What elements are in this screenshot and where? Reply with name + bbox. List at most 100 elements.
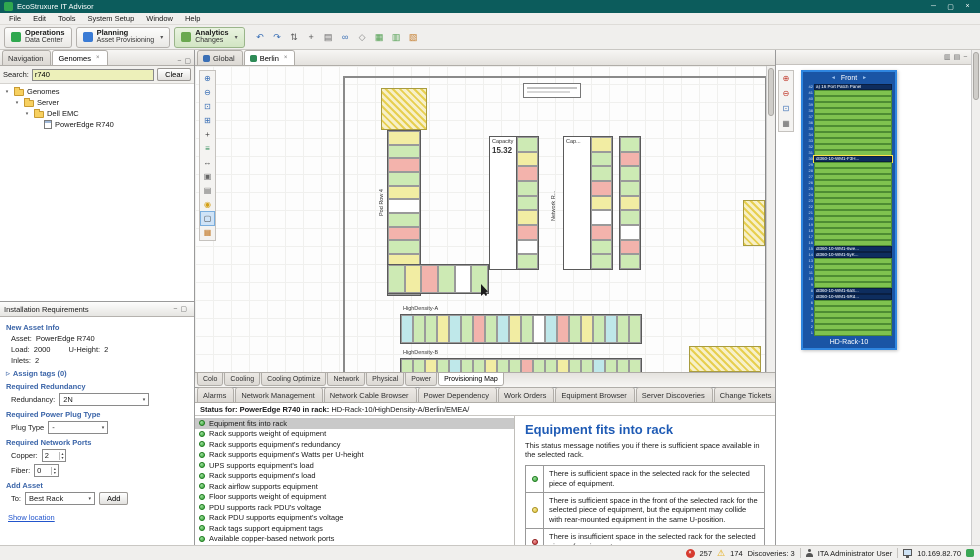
map-view-tab-cooling-optimize[interactable]: Cooling Optimize <box>261 373 326 386</box>
minimize-panel-icon[interactable]: − <box>177 58 181 65</box>
menu-system-setup[interactable]: System Setup <box>82 13 141 24</box>
tree-node-server[interactable]: ▾Server <box>0 97 194 108</box>
section-assign-tags[interactable]: ▷Assign tags (0) <box>6 369 188 378</box>
maximize-panel-icon[interactable]: ▢ <box>184 57 191 65</box>
discoveries-count[interactable]: Discoveries: 3 <box>748 549 795 558</box>
tree-node-poweredge-r740[interactable]: PowerEdge R740 <box>0 119 194 130</box>
columns-icon[interactable]: ▥ <box>389 29 404 46</box>
crosshair-icon[interactable]: + <box>304 29 319 46</box>
undo-icon[interactable]: ↶ <box>253 29 268 46</box>
map-view-tab-provisioning-map[interactable]: Provisioning Map <box>438 373 504 386</box>
close-button[interactable]: × <box>959 1 976 12</box>
bottom-tab-network-management[interactable]: Network Management <box>235 387 322 402</box>
tree-node-dell-emc[interactable]: ▾Dell EMC <box>0 108 194 119</box>
legend-icon[interactable]: ▦ <box>201 226 214 239</box>
map-view-tab-cooling[interactable]: Cooling <box>224 373 260 386</box>
toolbar-group-planning[interactable]: PlanningAsset Provisioning▾ <box>76 27 171 48</box>
layers-icon[interactable]: ≡ <box>201 142 214 155</box>
zoom-out-icon[interactable]: ⊖ <box>201 86 214 99</box>
snapshot-icon[interactable]: ▣ <box>201 170 214 183</box>
check-floor-supports-weight-of-equipment[interactable]: Floor supports weight of equipment <box>195 492 514 503</box>
rack-zoom-in-icon[interactable]: ⊕ <box>780 72 792 85</box>
toolbar-group-analytics[interactable]: AnalyticsChanges▾ <box>174 27 244 48</box>
measure-icon[interactable]: ↔ <box>201 156 214 169</box>
bottom-tab-network-cable-browser[interactable]: Network Cable Browser <box>324 387 417 402</box>
tile-view-icon[interactable]: ▥ <box>944 53 951 61</box>
menu-file[interactable]: File <box>3 13 27 24</box>
tree-node-genomes[interactable]: ▾Genomes <box>0 86 194 97</box>
bottom-tab-alarms[interactable]: Alarms <box>197 387 234 402</box>
redo-icon[interactable]: ↷ <box>270 29 285 46</box>
plug-type-select[interactable]: -▾ <box>48 421 108 434</box>
bottom-tab-power-dependency[interactable]: Power Dependency <box>418 387 497 402</box>
maximize-panel-icon[interactable]: ▢ <box>180 305 187 313</box>
check-rack-supports-equipment-s-watts-per-u-height[interactable]: Rack supports equipment's Watts per U-he… <box>195 450 514 461</box>
maximize-button[interactable]: ▢ <box>942 1 959 12</box>
check-rack-supports-equipment-s-load[interactable]: Rack supports equipment's load <box>195 471 514 482</box>
map-strip[interactable] <box>387 264 489 294</box>
show-location-link[interactable]: Show location <box>8 513 55 522</box>
map-vertical-scrollbar[interactable] <box>766 66 775 372</box>
map-view-tab-colo[interactable]: Colo <box>197 373 223 386</box>
map-strip[interactable] <box>400 358 642 372</box>
lock-icon[interactable]: ◉ <box>201 198 214 211</box>
next-face-icon[interactable]: ► <box>862 75 867 81</box>
check-rack-supports-weight-of-equipment[interactable]: Rack supports weight of equipment <box>195 429 514 440</box>
edit-icon[interactable]: ◇ <box>355 29 370 46</box>
minimize-panel-icon[interactable]: − <box>173 306 177 313</box>
zoom-area-icon[interactable]: ⊞ <box>201 114 214 127</box>
editor-tab-berlin[interactable]: Berlin× <box>244 50 296 65</box>
nav-tab-navigation[interactable]: Navigation <box>2 50 51 65</box>
critical-count[interactable]: 257 <box>700 549 713 558</box>
menu-help[interactable]: Help <box>179 13 206 24</box>
target-rack-select[interactable]: Best Rack▾ <box>25 492 95 505</box>
bottom-tab-work-orders[interactable]: Work Orders <box>498 387 554 402</box>
map-block[interactable]: Capacity15.32 <box>489 136 539 270</box>
zoom-fit-icon[interactable]: ⊡ <box>201 100 214 113</box>
link-icon[interactable]: ∞ <box>338 29 353 46</box>
warning-count[interactable]: 174 <box>730 549 743 558</box>
scrollbar-thumb[interactable] <box>973 52 979 100</box>
step-down-icon[interactable]: ▼ <box>53 471 56 475</box>
map-strip[interactable] <box>400 314 642 344</box>
map-strip[interactable] <box>619 136 641 270</box>
fiber-stepper[interactable]: 0▲▼ <box>34 464 58 477</box>
minimize-button[interactable]: ─ <box>925 1 942 12</box>
rack-elevation[interactable]: ◄ Front ► 42a) 16 Port Patch Panel414039… <box>801 70 897 350</box>
toolbar-group-operations[interactable]: OperationsData Center <box>4 27 72 48</box>
rack-grid-icon[interactable]: ▦ <box>780 117 792 130</box>
bottom-tab-server-discoveries[interactable]: Server Discoveries <box>636 387 713 402</box>
map-area[interactable]: Capacity15.32Cap...Pod Row 4Network R...… <box>195 66 775 372</box>
menu-edit[interactable]: Edit <box>27 13 52 24</box>
scrollbar-thumb[interactable] <box>768 68 774 116</box>
redundancy-select[interactable]: 2N▾ <box>59 393 149 406</box>
copper-stepper[interactable]: 2▲▼ <box>42 449 66 462</box>
map-canvas[interactable]: Capacity15.32Cap...Pod Row 4Network R...… <box>195 66 775 372</box>
select-tool-icon[interactable]: ▢ <box>201 212 214 225</box>
move-updown-icon[interactable]: ⇅ <box>287 29 302 46</box>
pan-icon[interactable]: + <box>201 128 214 141</box>
menu-tools[interactable]: Tools <box>52 13 82 24</box>
zoom-in-icon[interactable]: ⊕ <box>201 72 214 85</box>
bottom-tab-equipment-browser[interactable]: Equipment Browser <box>555 387 634 402</box>
map-view-tab-power[interactable]: Power <box>405 373 437 386</box>
check-ups-supports-equipment-s-load[interactable]: UPS supports equipment's load <box>195 460 514 471</box>
clear-button[interactable]: Clear <box>157 68 191 81</box>
editor-tab-global[interactable]: Global <box>197 50 243 65</box>
check-available-copper-based-network-ports[interactable]: Available copper-based network ports <box>195 534 514 545</box>
nav-tab-genomes[interactable]: Genomes× <box>52 50 107 65</box>
print-icon[interactable]: ▤ <box>321 29 336 46</box>
rack-zoom-out-icon[interactable]: ⊖ <box>780 87 792 100</box>
map-view-tab-network[interactable]: Network <box>327 373 365 386</box>
check-equipment-fits-into-rack[interactable]: Equipment fits into rack <box>195 418 514 429</box>
map-block[interactable]: Cap... <box>563 136 613 270</box>
check-rack-tags-support-equipment-tags[interactable]: Rack tags support equipment tags <box>195 523 514 534</box>
check-pdu-supports-rack-pdu-s-voltage[interactable]: PDU supports rack PDU's voltage <box>195 502 514 513</box>
list-view-icon[interactable]: ▤ <box>954 53 961 61</box>
table-icon[interactable]: ▦ <box>372 29 387 46</box>
check-rack-pdu-supports-equipment-s-voltage[interactable]: Rack PDU supports equipment's voltage <box>195 513 514 524</box>
menu-window[interactable]: Window <box>140 13 179 24</box>
minimize-panel-icon[interactable]: − <box>963 54 967 61</box>
rack-fit-icon[interactable]: ⊡ <box>780 102 792 115</box>
rack-slot-u1[interactable] <box>814 330 892 336</box>
